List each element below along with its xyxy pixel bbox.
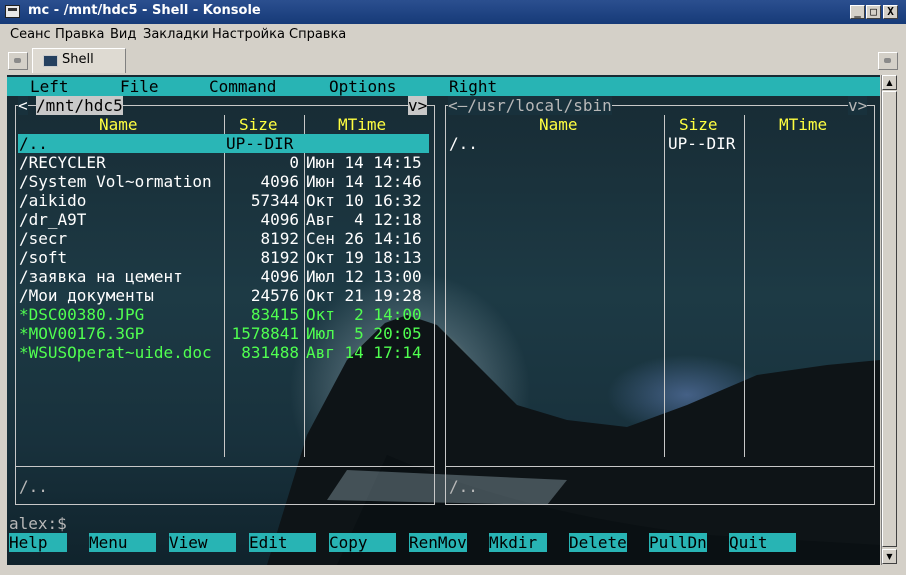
- file-size: 4096: [260, 172, 299, 191]
- file-name: /secr: [19, 229, 68, 248]
- file-mtime: Авг 4 12:18: [306, 210, 422, 229]
- menu-settings[interactable]: Настройка: [212, 27, 285, 42]
- maximize-button[interactable]: □: [866, 5, 881, 19]
- tab-label: Shell: [62, 52, 94, 67]
- shell-prompt[interactable]: alex:$: [9, 514, 67, 533]
- file-mtime: Окт 2 14:00: [306, 305, 422, 324]
- menu-help[interactable]: Справка: [289, 27, 346, 42]
- scroll-down-icon[interactable]: ▼: [882, 549, 897, 564]
- file-name: /заявка на цемент: [19, 267, 183, 286]
- file-size: 8192: [260, 229, 299, 248]
- left-panel-path[interactable]: /mnt/hdc5: [36, 96, 123, 115]
- title-bar: mc - /mnt/hdc5 - Shell - Konsole _ □ X: [0, 0, 906, 24]
- minimize-button[interactable]: _: [850, 5, 865, 19]
- file-name: /RECYCLER: [19, 153, 106, 172]
- file-name: *DSC00380.JPG: [19, 305, 145, 324]
- column-header-mtime[interactable]: MTime: [338, 115, 386, 134]
- left-panel-divider: [304, 115, 305, 457]
- menu-bar: Сеанс Правка Вид Закладки Настройка Спра…: [0, 24, 906, 46]
- mc-menu-right[interactable]: Right: [449, 77, 497, 96]
- right-panel-corner[interactable]: v>: [848, 96, 868, 115]
- menu-bookmarks[interactable]: Закладки: [143, 27, 209, 42]
- column-header-size[interactable]: Size: [679, 115, 718, 134]
- right-panel-path[interactable]: <—/usr/local/sbin: [448, 96, 612, 115]
- menu-session[interactable]: Сеанс: [10, 27, 51, 42]
- mc-menu-options[interactable]: Options: [329, 77, 396, 96]
- new-tab-button[interactable]: [8, 52, 28, 70]
- close-button[interactable]: X: [883, 5, 898, 19]
- menu-edit[interactable]: Правка: [55, 27, 104, 42]
- terminal-icon: [43, 55, 58, 67]
- file-size: UP--DIR: [668, 134, 736, 153]
- file-name: /Мои документы: [19, 286, 154, 305]
- column-header-name[interactable]: Name: [99, 115, 138, 134]
- column-header-name[interactable]: Name: [539, 115, 578, 134]
- terminal-area[interactable]: Left File Command Options Right < /mnt/h…: [7, 75, 880, 565]
- file-size: 4096: [260, 267, 299, 286]
- left-panel-corner[interactable]: v>: [408, 96, 428, 115]
- mc-menu-bar: Left File Command Options Right: [7, 77, 880, 96]
- terminal-app-icon[interactable]: [5, 5, 20, 18]
- file-name: /aikido: [19, 191, 87, 210]
- file-mtime: Сен 26 14:16: [306, 229, 422, 248]
- menu-view[interactable]: Вид: [110, 27, 136, 42]
- file-size: 4096: [260, 210, 299, 229]
- file-mtime: Окт 21 19:28: [306, 286, 422, 305]
- right-panel-status: /..: [449, 477, 478, 496]
- file-name: /dr_A9T: [19, 210, 87, 229]
- file-size: 1578841: [231, 324, 299, 343]
- file-mtime: Июл 5 20:05: [306, 324, 422, 343]
- tab-shell[interactable]: Shell: [32, 48, 126, 73]
- file-name: /..: [449, 134, 478, 153]
- file-mtime: Июн 14 12:46: [306, 172, 422, 191]
- file-mtime: Авг 14 17:14: [306, 343, 422, 362]
- left-panel-separator: [15, 466, 435, 467]
- file-size: 8192: [260, 248, 299, 267]
- file-mtime: Июл 12 13:00: [306, 267, 422, 286]
- right-panel-frame: [445, 105, 875, 505]
- mc-menu-left[interactable]: Left: [30, 77, 69, 96]
- file-size: 83415: [250, 305, 299, 324]
- right-panel-separator: [445, 466, 875, 467]
- file-mtime: Окт 10 16:32: [306, 191, 422, 210]
- file-name: *MOV00176.3GP: [19, 324, 145, 343]
- mc-menu-file[interactable]: File: [120, 77, 159, 96]
- left-panel-status: /..: [19, 477, 48, 496]
- file-size: 57344: [250, 191, 299, 210]
- file-mtime: Окт 19 18:13: [306, 248, 422, 267]
- close-tab-button[interactable]: [878, 52, 898, 70]
- file-name: /..: [19, 134, 48, 153]
- file-name: *WSUSOperat~uide.doc: [19, 343, 212, 362]
- file-mtime: Июн 14 14:15: [306, 153, 422, 172]
- selected-row-highlight: [18, 134, 429, 153]
- file-size: 831488: [241, 343, 299, 362]
- file-size: 0: [289, 153, 299, 172]
- scroll-thumb[interactable]: [882, 91, 897, 547]
- window-title: mc - /mnt/hdc5 - Shell - Konsole: [28, 3, 261, 18]
- file-size: 24576: [250, 286, 299, 305]
- file-name: /System Vol~ormation: [19, 172, 212, 191]
- left-panel-corner[interactable]: <: [18, 96, 28, 115]
- tab-bar: [0, 46, 906, 74]
- file-name: /soft: [19, 248, 68, 267]
- function-key-bar: 1Help 2Menu 3View 4Edit 5Copy 6RenMov 7M…: [9, 533, 797, 552]
- terminal-scrollbar[interactable]: ▲ ▼: [881, 75, 897, 565]
- file-size: UP--DIR: [226, 134, 294, 153]
- right-panel-divider: [744, 115, 745, 457]
- scroll-up-icon[interactable]: ▲: [882, 75, 897, 90]
- column-header-mtime[interactable]: MTime: [779, 115, 827, 134]
- right-panel-divider: [664, 115, 665, 457]
- mc-menu-command[interactable]: Command: [209, 77, 276, 96]
- column-header-size[interactable]: Size: [239, 115, 278, 134]
